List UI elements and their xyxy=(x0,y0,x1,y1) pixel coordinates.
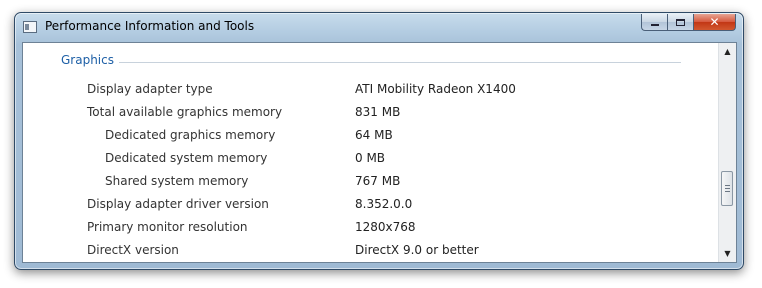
scroll-down-button[interactable]: ▼ xyxy=(719,245,736,262)
vertical-scrollbar[interactable]: ▲ ▼ xyxy=(718,43,736,262)
detail-label: Shared system memory xyxy=(105,174,249,188)
scroll-thumb[interactable] xyxy=(721,171,733,206)
scroll-down-icon: ▼ xyxy=(724,249,731,258)
detail-row: Primary monitor resolution 1280x768 xyxy=(23,220,718,240)
detail-label: Display adapter driver version xyxy=(87,197,269,211)
detail-row: Total available graphics memory 831 MB xyxy=(23,105,718,125)
detail-row: Dedicated system memory 0 MB xyxy=(23,151,718,171)
detail-label: Dedicated graphics memory xyxy=(105,128,276,142)
minimize-button[interactable] xyxy=(641,14,667,31)
detail-label: DirectX version xyxy=(87,243,179,257)
detail-value: 0 MB xyxy=(355,151,386,165)
detail-value: 64 MB xyxy=(355,128,393,142)
scroll-up-button[interactable]: ▲ xyxy=(719,43,736,60)
window-title: Performance Information and Tools xyxy=(45,19,255,33)
app-icon[interactable] xyxy=(23,21,37,33)
client-area: Graphics Display adapter type ATI Mobilit… xyxy=(22,42,737,263)
close-button[interactable]: ✕ xyxy=(693,14,736,31)
detail-value: 8.352.0.0 xyxy=(355,197,413,211)
detail-value: 1280x768 xyxy=(355,220,416,234)
detail-row: Shared system memory 767 MB xyxy=(23,174,718,194)
scroll-grip-icon xyxy=(725,185,730,192)
caption-buttons: ✕ xyxy=(641,14,736,31)
scroll-up-icon: ▲ xyxy=(724,47,731,56)
detail-value: DirectX 9.0 or better xyxy=(355,243,479,257)
detail-value: 831 MB xyxy=(355,105,401,119)
detail-label: Total available graphics memory xyxy=(87,105,283,119)
detail-row: DirectX version DirectX 9.0 or better xyxy=(23,243,718,262)
detail-value: 767 MB xyxy=(355,174,401,188)
minimize-icon xyxy=(650,24,659,26)
close-icon: ✕ xyxy=(709,15,720,29)
window: Performance Information and Tools ✕ Grap… xyxy=(14,12,744,270)
title-bar[interactable]: Performance Information and Tools ✕ xyxy=(15,13,743,41)
maximize-icon xyxy=(676,18,685,26)
detail-row: Dedicated graphics memory 64 MB xyxy=(23,128,718,148)
details-panel: Graphics Display adapter type ATI Mobilit… xyxy=(23,43,718,262)
detail-row: Display adapter driver version 8.352.0.0 xyxy=(23,197,718,217)
detail-label: Display adapter type xyxy=(87,82,213,96)
section-header-graphics: Graphics xyxy=(61,53,114,67)
detail-label: Dedicated system memory xyxy=(105,151,268,165)
detail-row: Display adapter type ATI Mobility Radeon … xyxy=(23,82,718,102)
section-divider xyxy=(119,62,681,63)
detail-value: ATI Mobility Radeon X1400 xyxy=(355,82,516,96)
detail-label: Primary monitor resolution xyxy=(87,220,248,234)
maximize-button[interactable] xyxy=(667,14,693,31)
